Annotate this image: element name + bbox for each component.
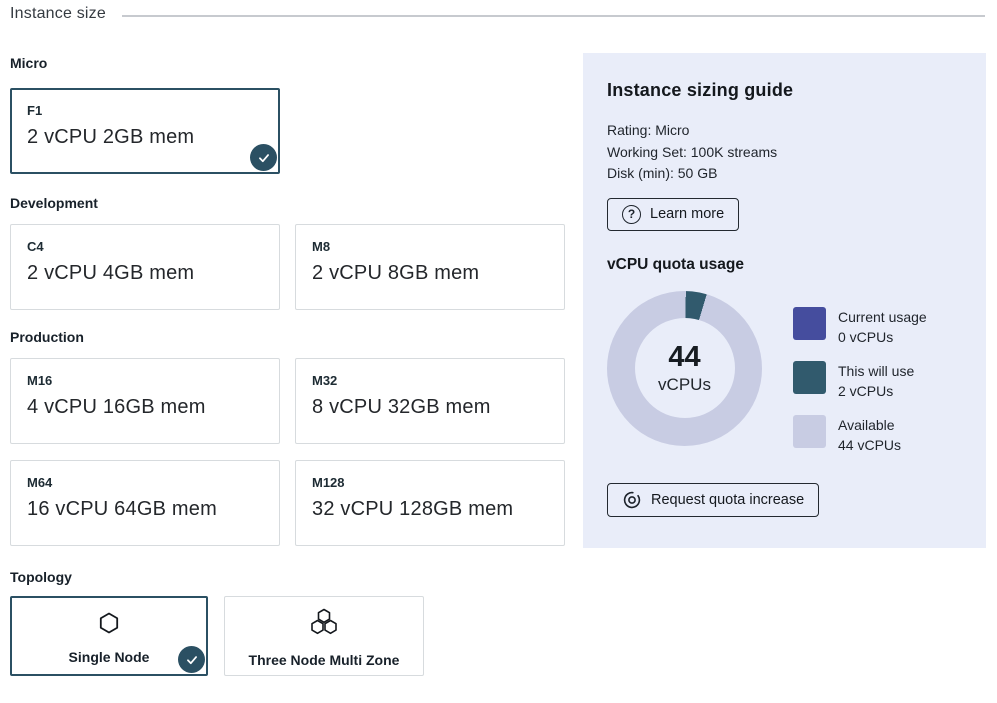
legend-item-available: Available 44 vCPUs <box>793 415 927 455</box>
single-hexagon-icon <box>97 611 121 640</box>
quota-legend: Current usage 0 vCPUs This will use 2 vC… <box>793 307 927 455</box>
card-tier-label: C4 <box>27 239 263 254</box>
card-tier-label: M32 <box>312 373 548 388</box>
legend-value: 0 vCPUs <box>838 327 927 347</box>
legend-label: This will use <box>838 361 914 381</box>
header-divider <box>122 15 985 17</box>
size-card-m128[interactable]: M128 32 vCPU 128GB mem <box>295 460 565 546</box>
selected-check-icon <box>178 646 205 673</box>
group-label-development: Development <box>10 195 566 211</box>
topology-card-grid: Single Node Three Node Multi Zone <box>10 596 566 676</box>
legend-swatch-current-usage <box>793 307 826 340</box>
legend-value: 2 vCPUs <box>838 381 914 401</box>
quota-gauge-icon <box>622 490 642 510</box>
card-tier-label: M64 <box>27 475 263 490</box>
card-spec-text: 2 vCPU 2GB mem <box>27 126 263 149</box>
topology-card-single-node[interactable]: Single Node <box>10 596 208 676</box>
size-card-m8[interactable]: M8 2 vCPU 8GB mem <box>295 224 565 310</box>
quota-chart-row: 44 vCPUs Current usage 0 vCPUs This will… <box>607 291 962 455</box>
group-label-micro: Micro <box>10 55 566 71</box>
card-tier-label: F1 <box>27 103 263 118</box>
card-spec-text: 32 vCPU 128GB mem <box>312 498 548 521</box>
size-card-m32[interactable]: M32 8 vCPU 32GB mem <box>295 358 565 444</box>
quota-total-unit: vCPUs <box>658 375 711 395</box>
legend-swatch-available <box>793 415 826 448</box>
legend-item-this-will-use: This will use 2 vCPUs <box>793 361 927 401</box>
question-circle-icon: ? <box>622 205 641 224</box>
request-quota-increase-button[interactable]: Request quota increase <box>607 483 819 517</box>
size-card-m64[interactable]: M64 16 vCPU 64GB mem <box>10 460 280 546</box>
legend-item-current-usage: Current usage 0 vCPUs <box>793 307 927 347</box>
guide-rating-line: Rating: Micro <box>607 120 962 142</box>
legend-label: Current usage <box>838 307 927 327</box>
donut-center: 44 vCPUs <box>635 318 735 418</box>
guide-disk-line: Disk (min): 50 GB <box>607 163 962 185</box>
section-header: Instance size <box>10 5 985 23</box>
size-card-f1[interactable]: F1 2 vCPU 2GB mem <box>10 88 280 174</box>
card-tier-label: M16 <box>27 373 263 388</box>
request-quota-label: Request quota increase <box>651 492 804 508</box>
topology-option-label: Single Node <box>69 649 150 665</box>
card-spec-text: 4 vCPU 16GB mem <box>27 396 263 419</box>
card-spec-text: 2 vCPU 8GB mem <box>312 262 548 285</box>
micro-card-grid: F1 2 vCPU 2GB mem <box>10 88 566 174</box>
development-card-grid: C4 2 vCPU 4GB mem M8 2 vCPU 8GB mem <box>10 224 566 310</box>
learn-more-button[interactable]: ? Learn more <box>607 198 739 231</box>
guide-working-set-line: Working Set: 100K streams <box>607 142 962 164</box>
quota-donut-chart: 44 vCPUs <box>607 291 762 446</box>
group-label-production: Production <box>10 329 566 345</box>
topology-option-label: Three Node Multi Zone <box>249 652 400 668</box>
page-title: Instance size <box>10 5 106 23</box>
card-spec-text: 2 vCPU 4GB mem <box>27 262 263 285</box>
instance-options-column: Micro F1 2 vCPU 2GB mem Development C4 2… <box>10 55 566 676</box>
size-card-m16[interactable]: M16 4 vCPU 16GB mem <box>10 358 280 444</box>
group-label-topology: Topology <box>10 569 566 585</box>
quota-total-value: 44 <box>668 341 700 373</box>
card-spec-text: 16 vCPU 64GB mem <box>27 498 263 521</box>
production-card-grid: M16 4 vCPU 16GB mem M32 8 vCPU 32GB mem … <box>10 358 566 546</box>
size-card-c4[interactable]: C4 2 vCPU 4GB mem <box>10 224 280 310</box>
legend-swatch-this-will-use <box>793 361 826 394</box>
guide-title: Instance sizing guide <box>607 80 962 101</box>
quota-usage-title: vCPU quota usage <box>607 256 962 274</box>
legend-label: Available <box>838 415 901 435</box>
card-tier-label: M8 <box>312 239 548 254</box>
card-tier-label: M128 <box>312 475 548 490</box>
legend-value: 44 vCPUs <box>838 435 901 455</box>
instance-sizing-guide-panel: Instance sizing guide Rating: Micro Work… <box>583 53 986 548</box>
instance-size-page: Instance size Micro F1 2 vCPU 2GB mem De… <box>0 0 997 703</box>
selected-check-icon <box>250 144 277 171</box>
topology-card-three-node-multi-zone[interactable]: Three Node Multi Zone <box>224 596 424 676</box>
learn-more-label: Learn more <box>650 206 724 222</box>
card-spec-text: 8 vCPU 32GB mem <box>312 396 548 419</box>
three-hexagons-icon <box>308 608 340 643</box>
